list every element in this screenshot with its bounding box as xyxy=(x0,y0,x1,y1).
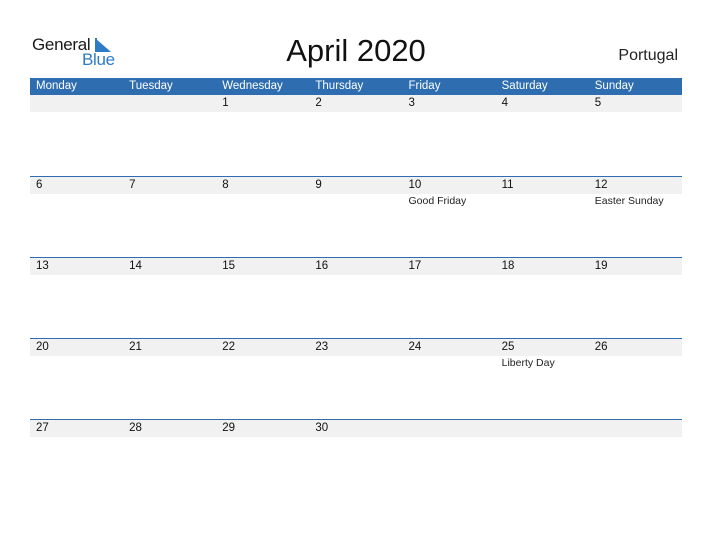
weekday-friday: Friday xyxy=(408,80,441,92)
day-cell[interactable]: 27 xyxy=(30,420,123,437)
country-label: Portugal xyxy=(618,47,678,64)
day-cell[interactable]: 1 xyxy=(216,95,309,112)
weekday-monday: Monday xyxy=(36,80,77,92)
week-cells: 13 14 15 16 17 18 19 xyxy=(30,258,682,275)
week-row: 13 14 15 16 17 18 19 xyxy=(30,257,682,338)
day-cell[interactable]: 26 xyxy=(589,339,682,370)
day-number: 26 xyxy=(594,341,608,353)
day-number: 28 xyxy=(129,422,142,434)
weeks-container: 1 2 3 4 5 6 7 8 9 10 Good Friday 11 12 Easter Sunday 1… xyxy=(30,95,682,500)
day-number: 21 xyxy=(129,341,142,353)
day-cell[interactable]: 3 xyxy=(403,95,496,112)
day-cell[interactable]: 11 xyxy=(496,177,589,208)
day-number: 29 xyxy=(222,422,236,434)
day-number: 6 xyxy=(36,179,43,191)
day-cell[interactable]: 5 xyxy=(589,95,682,112)
day-cell[interactable]: 12 Easter Sunday xyxy=(589,177,682,208)
day-number: 10 xyxy=(408,179,422,191)
week-cells: 6 7 8 9 10 Good Friday 11 12 Easter Sunday xyxy=(30,177,682,208)
day-number: 25 xyxy=(501,341,515,353)
day-cell xyxy=(30,95,123,112)
day-number: 16 xyxy=(315,260,329,272)
day-cell xyxy=(123,95,216,112)
holiday-label: Good Friday xyxy=(408,195,467,207)
calendar-title: April 2020 xyxy=(286,33,426,68)
day-cell[interactable]: 23 xyxy=(309,339,402,370)
day-number xyxy=(129,95,216,112)
day-cell[interactable]: 18 xyxy=(496,258,589,275)
week-cells: 20 21 22 23 24 25 Liberty Day 26 xyxy=(30,339,682,370)
day-cell[interactable]: 7 xyxy=(123,177,216,208)
day-cell[interactable]: 13 xyxy=(30,258,123,275)
day-number: 23 xyxy=(315,341,329,353)
day-number: 4 xyxy=(501,97,509,109)
day-cell[interactable]: 29 xyxy=(216,420,309,437)
day-cell[interactable]: 2 xyxy=(309,95,402,112)
weekday-wednesday: Wednesday xyxy=(222,80,283,92)
weekday-thursday: Thursday xyxy=(315,80,364,92)
holiday-label: Easter Sunday xyxy=(594,195,664,207)
day-number xyxy=(36,95,123,112)
day-cell[interactable]: 19 xyxy=(589,258,682,275)
day-cell xyxy=(589,420,682,437)
day-number: 12 xyxy=(594,179,608,191)
day-number: 1 xyxy=(222,97,229,109)
day-cell[interactable]: 9 xyxy=(309,177,402,208)
day-number: 18 xyxy=(501,260,515,272)
day-cell xyxy=(403,420,496,437)
day-number: 30 xyxy=(315,422,329,434)
day-cell xyxy=(496,420,589,437)
day-number: 22 xyxy=(222,341,236,353)
week-cells: 1 2 3 4 5 xyxy=(30,95,682,112)
day-number: 8 xyxy=(222,179,229,191)
week-cells: 27 28 29 30 xyxy=(30,420,682,437)
day-number: 20 xyxy=(36,341,49,353)
day-cell[interactable]: 6 xyxy=(30,177,123,208)
week-row: 27 28 29 30 xyxy=(30,419,682,500)
day-number: 15 xyxy=(222,260,236,272)
day-number: 9 xyxy=(315,179,322,191)
day-number: 5 xyxy=(594,97,602,109)
weekday-sunday: Sunday xyxy=(594,80,634,92)
day-number: 7 xyxy=(129,179,136,191)
day-number: 11 xyxy=(501,179,514,191)
day-number: 14 xyxy=(129,260,142,272)
day-cell[interactable]: 20 xyxy=(30,339,123,370)
weekday-header: Monday Tuesday Wednesday Thursday Friday Satu… xyxy=(30,78,682,95)
day-cell[interactable]: 22 xyxy=(216,339,309,370)
day-number xyxy=(595,420,682,437)
day-cell[interactable]: 8 xyxy=(216,177,309,208)
day-number xyxy=(409,420,496,437)
day-cell[interactable]: 15 xyxy=(216,258,309,275)
holiday-label: Liberty Day xyxy=(501,357,555,369)
week-row: 6 7 8 9 10 Good Friday 11 12 Easter Sunday xyxy=(30,176,682,257)
day-cell[interactable]: 25 Liberty Day xyxy=(496,339,589,370)
day-cell[interactable]: 4 xyxy=(496,95,589,112)
week-row: 1 2 3 4 5 xyxy=(30,95,682,176)
day-cell[interactable]: 10 Good Friday xyxy=(403,177,496,208)
day-cell[interactable]: 28 xyxy=(123,420,216,437)
week-row: 20 21 22 23 24 25 Liberty Day 26 xyxy=(30,338,682,419)
day-number: 24 xyxy=(408,341,422,353)
day-number: 19 xyxy=(594,260,608,272)
day-number: 3 xyxy=(408,97,415,109)
weekday-saturday: Saturday xyxy=(501,80,548,92)
day-number: 2 xyxy=(315,97,322,109)
day-cell[interactable]: 14 xyxy=(123,258,216,275)
day-cell[interactable]: 21 xyxy=(123,339,216,370)
day-number: 27 xyxy=(36,422,49,434)
day-number: 13 xyxy=(36,260,49,272)
day-cell[interactable]: 16 xyxy=(309,258,402,275)
day-cell[interactable]: 24 xyxy=(403,339,496,370)
day-number xyxy=(502,420,589,437)
day-cell[interactable]: 30 xyxy=(309,420,402,437)
day-cell[interactable]: 17 xyxy=(403,258,496,275)
calendar-grid: Monday Tuesday Wednesday Thursday Friday Satu… xyxy=(30,78,682,500)
weekday-tuesday: Tuesday xyxy=(129,80,173,92)
day-number: 17 xyxy=(408,260,422,272)
